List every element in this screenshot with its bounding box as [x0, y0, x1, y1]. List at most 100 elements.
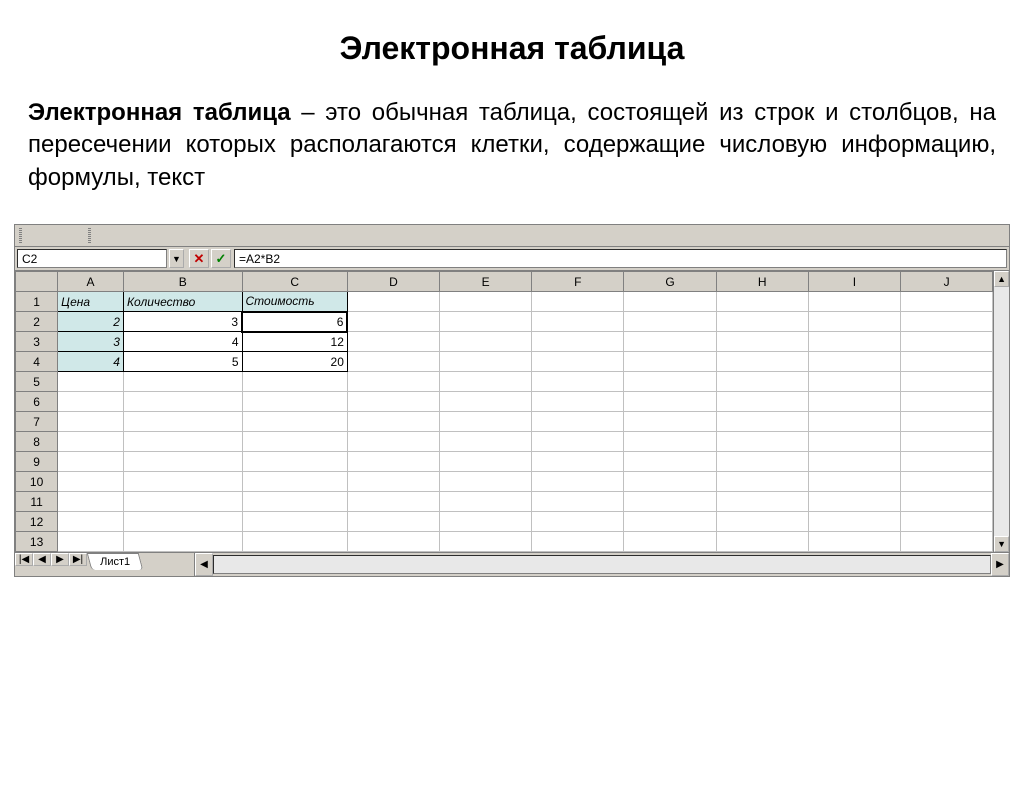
cell[interactable] [123, 412, 242, 432]
cell[interactable] [242, 412, 347, 432]
cell[interactable] [347, 392, 439, 412]
nav-last-icon[interactable]: ▶| [69, 553, 87, 566]
nav-first-icon[interactable]: |◀ [15, 553, 33, 566]
cell[interactable] [123, 492, 242, 512]
column-header-E[interactable]: E [440, 272, 532, 292]
cell[interactable] [532, 312, 624, 332]
toolbar-handle[interactable] [19, 228, 22, 244]
column-header-F[interactable]: F [532, 272, 624, 292]
scroll-right-icon[interactable]: ▶ [991, 553, 1009, 576]
cell[interactable] [532, 412, 624, 432]
cancel-icon[interactable]: ✕ [189, 249, 209, 268]
cell[interactable] [440, 332, 532, 352]
cell[interactable] [716, 452, 808, 472]
cell[interactable] [901, 452, 993, 472]
column-header-D[interactable]: D [347, 272, 439, 292]
cell[interactable] [901, 352, 993, 372]
cell[interactable] [58, 532, 124, 552]
cell-B4[interactable]: 5 [123, 352, 242, 372]
cell[interactable] [532, 372, 624, 392]
cell[interactable] [242, 452, 347, 472]
scroll-up-icon[interactable]: ▲ [994, 271, 1009, 287]
column-header-C[interactable]: C [242, 272, 347, 292]
row-header-5[interactable]: 5 [16, 372, 58, 392]
cell[interactable] [624, 452, 716, 472]
spreadsheet-grid[interactable]: A B C D E F G H I J 1 Цена Количество Ст… [15, 271, 993, 552]
cell[interactable] [808, 372, 900, 392]
cell-B3[interactable]: 4 [123, 332, 242, 352]
cell[interactable] [624, 532, 716, 552]
cell[interactable] [716, 312, 808, 332]
cell[interactable] [347, 292, 439, 312]
cell-C3[interactable]: 12 [242, 332, 347, 352]
cell[interactable] [901, 472, 993, 492]
cell[interactable] [440, 492, 532, 512]
column-header-I[interactable]: I [808, 272, 900, 292]
row-header-4[interactable]: 4 [16, 352, 58, 372]
column-header-G[interactable]: G [624, 272, 716, 292]
cell[interactable] [901, 312, 993, 332]
cell[interactable] [532, 472, 624, 492]
cell[interactable] [624, 412, 716, 432]
cell[interactable] [532, 492, 624, 512]
cell[interactable] [716, 392, 808, 412]
scroll-track[interactable] [994, 287, 1009, 536]
cell[interactable] [808, 392, 900, 412]
cell[interactable] [808, 492, 900, 512]
cell[interactable] [901, 392, 993, 412]
accept-icon[interactable]: ✓ [211, 249, 231, 268]
cell[interactable] [242, 472, 347, 492]
nav-prev-icon[interactable]: ◀ [33, 553, 51, 566]
column-header-B[interactable]: B [123, 272, 242, 292]
row-header-13[interactable]: 13 [16, 532, 58, 552]
cell[interactable] [440, 292, 532, 312]
cell[interactable] [716, 532, 808, 552]
cell[interactable] [624, 332, 716, 352]
row-header-7[interactable]: 7 [16, 412, 58, 432]
cell[interactable] [347, 472, 439, 492]
cell[interactable] [716, 512, 808, 532]
row-header-11[interactable]: 11 [16, 492, 58, 512]
cell[interactable] [123, 472, 242, 492]
row-header-2[interactable]: 2 [16, 312, 58, 332]
horizontal-scrollbar[interactable]: ◀ ▶ [195, 553, 1009, 576]
cell[interactable] [242, 512, 347, 532]
cell[interactable] [440, 432, 532, 452]
cell[interactable] [58, 432, 124, 452]
cell[interactable] [808, 432, 900, 452]
column-header-J[interactable]: J [901, 272, 993, 292]
cell[interactable] [532, 512, 624, 532]
cell[interactable] [716, 372, 808, 392]
cell[interactable] [901, 372, 993, 392]
cell[interactable] [123, 392, 242, 412]
cell[interactable] [808, 532, 900, 552]
row-header-6[interactable]: 6 [16, 392, 58, 412]
cell[interactable] [808, 452, 900, 472]
cell[interactable] [901, 532, 993, 552]
cell[interactable] [58, 412, 124, 432]
cell-B2[interactable]: 3 [123, 312, 242, 332]
cell[interactable] [624, 492, 716, 512]
cell[interactable] [347, 352, 439, 372]
cell[interactable] [440, 452, 532, 472]
cell[interactable] [808, 312, 900, 332]
cell[interactable] [440, 392, 532, 412]
cell[interactable] [901, 432, 993, 452]
sheet-tab[interactable]: Лист1 [87, 553, 144, 570]
cell[interactable] [58, 452, 124, 472]
cell[interactable] [624, 292, 716, 312]
cell[interactable] [347, 412, 439, 432]
nav-next-icon[interactable]: ▶ [51, 553, 69, 566]
cell[interactable] [440, 412, 532, 432]
cell[interactable] [347, 452, 439, 472]
row-header-10[interactable]: 10 [16, 472, 58, 492]
cell[interactable] [347, 332, 439, 352]
cell[interactable] [808, 412, 900, 432]
cell[interactable] [901, 332, 993, 352]
cell[interactable] [123, 432, 242, 452]
scroll-left-icon[interactable]: ◀ [195, 553, 213, 576]
column-header-A[interactable]: A [58, 272, 124, 292]
cell-A4[interactable]: 4 [58, 352, 124, 372]
cell[interactable] [123, 452, 242, 472]
cell[interactable] [440, 312, 532, 332]
